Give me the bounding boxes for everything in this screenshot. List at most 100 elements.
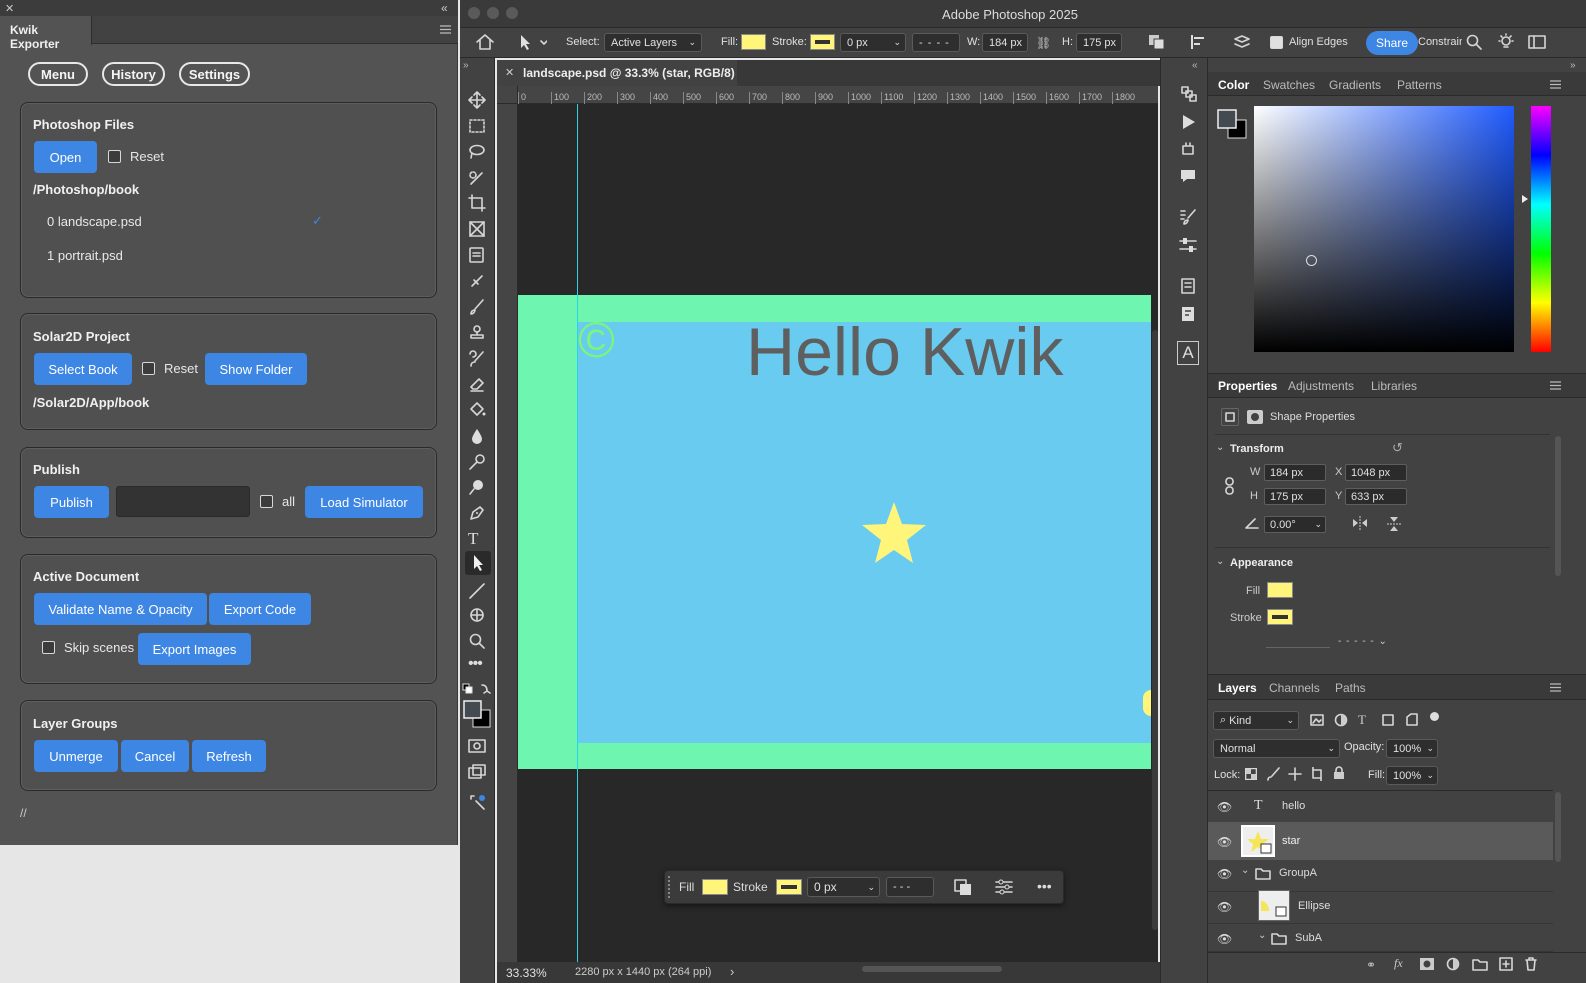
horizontal-scrollbar[interactable] <box>862 966 1002 972</box>
ctx-stroke-width[interactable]: 0 px ⌄ <box>807 877 880 897</box>
appearance-fill-swatch[interactable] <box>1267 582 1293 598</box>
ctx-more-icon[interactable]: ••• <box>1037 878 1052 894</box>
color-picker-field[interactable] <box>1254 106 1514 352</box>
plugins-panel-icon[interactable] <box>1179 140 1197 158</box>
show-folder-button[interactable]: Show Folder <box>205 353 307 385</box>
maximize-window-icon[interactable] <box>506 7 518 19</box>
tab-patterns[interactable]: Patterns <box>1397 78 1442 92</box>
eye-icon[interactable]: 👁 <box>1217 800 1232 814</box>
file-list-item[interactable]: 0 landscape.psd <box>47 214 142 229</box>
shape-properties-icon[interactable] <box>1221 408 1239 426</box>
new-group-icon[interactable] <box>1472 958 1488 971</box>
libraries-strip-icon[interactable] <box>1179 277 1197 295</box>
lock-transparent-icon[interactable] <box>1245 768 1257 780</box>
flip-horizontal-icon[interactable] <box>1352 516 1368 530</box>
marquee-icon[interactable] <box>468 117 486 135</box>
lock-image-icon[interactable] <box>1267 767 1281 781</box>
filter-toggle[interactable] <box>1430 712 1439 721</box>
filter-adjustment-icon[interactable] <box>1334 713 1348 727</box>
panel-menu-icon[interactable] <box>1550 381 1561 390</box>
blend-mode-dropdown[interactable]: Normal ⌄ <box>1213 739 1340 758</box>
open-button[interactable]: Open <box>34 141 97 173</box>
unmerge-button[interactable]: Unmerge <box>34 740 118 772</box>
hue-slider[interactable] <box>1531 106 1551 352</box>
publish-input[interactable] <box>116 486 250 517</box>
adjustments-strip-icon[interactable] <box>1179 236 1197 254</box>
prop-width-field[interactable]: 184 px <box>1264 464 1326 481</box>
chevron-down-icon[interactable]: ⌄ <box>1216 442 1224 453</box>
collapse-icon[interactable]: « <box>441 1 448 15</box>
path-arrangement-icon[interactable] <box>1232 33 1252 51</box>
ctx-settings-icon[interactable] <box>995 879 1013 895</box>
hand-icon[interactable] <box>468 606 486 624</box>
skip-scenes-checkbox[interactable] <box>42 641 55 654</box>
file-list-item[interactable]: 1 portrait.psd <box>47 248 123 263</box>
history-button[interactable]: History <box>102 62 165 86</box>
star-shape[interactable] <box>860 500 928 566</box>
workspace-icon[interactable] <box>1528 35 1546 49</box>
share-button[interactable]: Share <box>1366 31 1418 55</box>
guide-line[interactable] <box>577 104 578 962</box>
history-panel-icon[interactable] <box>1179 84 1197 102</box>
layer-filter-dropdown[interactable]: ⌕ Kind ⌄ <box>1213 711 1299 730</box>
expand-toolbar-icon[interactable]: » <box>463 60 469 71</box>
ctx-stroke-swatch[interactable] <box>776 879 802 895</box>
stroke-style-dropdown[interactable]: - - - - - ⌄ <box>1338 636 1406 648</box>
collapse-right-icon[interactable]: » <box>1570 60 1576 71</box>
export-images-button[interactable]: Export Images <box>138 633 251 665</box>
add-mask-icon[interactable] <box>1420 958 1434 970</box>
layer-name[interactable]: SubA <box>1295 932 1322 944</box>
foreground-background-swatch[interactable] <box>462 699 492 729</box>
tab-properties[interactable]: Properties <box>1218 379 1277 393</box>
home-icon[interactable] <box>475 33 495 51</box>
fx-icon[interactable]: fx <box>1394 956 1403 971</box>
zoom-level[interactable]: 33.33% <box>506 966 547 980</box>
reset-checkbox[interactable] <box>108 150 121 163</box>
tab-channels[interactable]: Channels <box>1269 681 1320 695</box>
zoom-icon[interactable] <box>468 632 486 650</box>
filter-pixel-icon[interactable] <box>1310 713 1324 727</box>
line-icon[interactable] <box>468 582 486 600</box>
ctx-stroke-style[interactable]: - - - <box>886 877 934 897</box>
select-book-button[interactable]: Select Book <box>34 353 132 385</box>
lightbulb-icon[interactable] <box>1497 33 1515 51</box>
mask-properties-icon[interactable] <box>1247 410 1263 424</box>
collapse-strip-icon[interactable]: « <box>1192 60 1198 71</box>
reset-checkbox[interactable] <box>142 362 155 375</box>
brushes-panel-icon[interactable] <box>1179 208 1197 226</box>
panel-menu-icon[interactable] <box>1550 683 1561 692</box>
stroke-width-field[interactable]: 0 px ⌄ <box>840 33 906 52</box>
comments-panel-icon[interactable] <box>1179 167 1197 185</box>
move-tool-icon[interactable] <box>517 33 547 51</box>
filter-type-icon[interactable]: T <box>1358 712 1366 728</box>
refresh-button[interactable]: Refresh <box>192 740 266 772</box>
tab-libraries[interactable]: Libraries <box>1371 379 1417 393</box>
all-checkbox[interactable] <box>260 495 273 508</box>
trash-icon[interactable] <box>1525 957 1537 971</box>
stamp-icon[interactable] <box>468 324 486 342</box>
healing-brush-icon[interactable] <box>468 272 486 290</box>
tab-paths[interactable]: Paths <box>1335 681 1366 695</box>
layer-name[interactable]: Ellipse <box>1298 900 1330 912</box>
chevron-down-icon[interactable]: ⌄ <box>1216 556 1224 567</box>
default-colors-icon[interactable] <box>462 683 492 695</box>
screen-mode-icon[interactable] <box>468 764 486 780</box>
stroke-width-dropdown[interactable] <box>1266 636 1330 648</box>
settings-button[interactable]: Settings <box>179 62 250 86</box>
new-layer-icon[interactable] <box>1499 957 1513 971</box>
link-icon[interactable] <box>1224 477 1236 495</box>
width-field[interactable]: 184 px <box>982 33 1028 52</box>
ctx-combine-shapes-icon[interactable] <box>953 878 973 896</box>
close-icon[interactable]: ✕ <box>5 2 14 15</box>
ctx-fill-swatch[interactable] <box>702 879 728 895</box>
menu-button[interactable]: Menu <box>28 62 88 86</box>
tab-layers[interactable]: Layers <box>1218 681 1257 695</box>
eye-icon[interactable]: 👁 <box>1217 932 1232 946</box>
path-operations-icon[interactable] <box>1148 34 1166 50</box>
zoom-blur-icon[interactable] <box>468 478 486 496</box>
history-brush-icon[interactable] <box>468 350 486 368</box>
color-fg-bg-swatch[interactable] <box>1216 108 1248 140</box>
prop-x-field[interactable]: 1048 px <box>1345 464 1407 481</box>
path-selection-tool[interactable] <box>465 551 491 575</box>
eye-icon[interactable]: 👁 <box>1217 867 1232 881</box>
